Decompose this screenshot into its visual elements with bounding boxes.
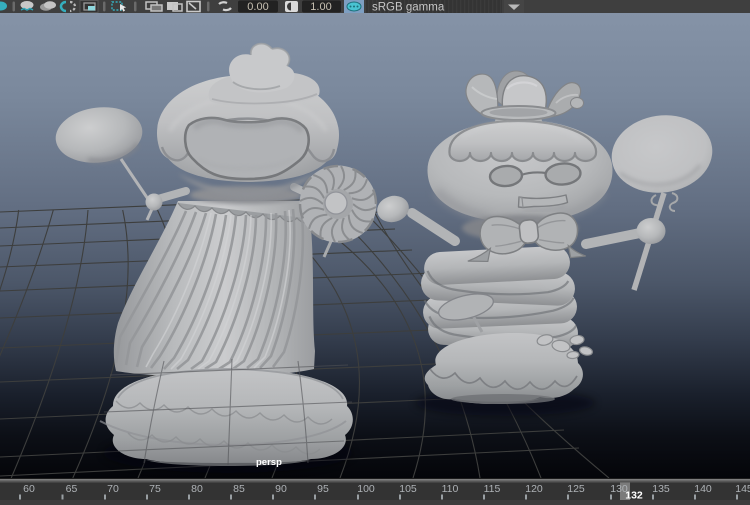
svg-text:sRGB gamma: sRGB gamma [372, 2, 445, 14]
svg-text:95: 95 [317, 483, 329, 495]
svg-text:65: 65 [66, 483, 78, 495]
svg-text:0.00: 0.00 [247, 1, 268, 13]
svg-text:110: 110 [442, 483, 459, 495]
svg-text:90: 90 [275, 483, 287, 495]
svg-text:140: 140 [694, 483, 712, 495]
svg-text:115: 115 [484, 483, 501, 495]
svg-text:132: 132 [625, 490, 643, 501]
svg-text:75: 75 [149, 483, 161, 495]
svg-text:70: 70 [107, 483, 119, 495]
svg-text:100: 100 [357, 483, 375, 495]
svg-text:120: 120 [525, 483, 543, 495]
svg-text:80: 80 [191, 483, 203, 495]
svg-text:persp: persp [256, 457, 282, 468]
svg-text:1.00: 1.00 [310, 1, 331, 13]
svg-text:135: 135 [652, 483, 670, 495]
svg-text:105: 105 [399, 483, 417, 495]
svg-text:145: 145 [735, 483, 750, 495]
svg-text:60: 60 [23, 483, 35, 495]
svg-text:85: 85 [233, 483, 245, 495]
svg-text:125: 125 [567, 483, 585, 495]
